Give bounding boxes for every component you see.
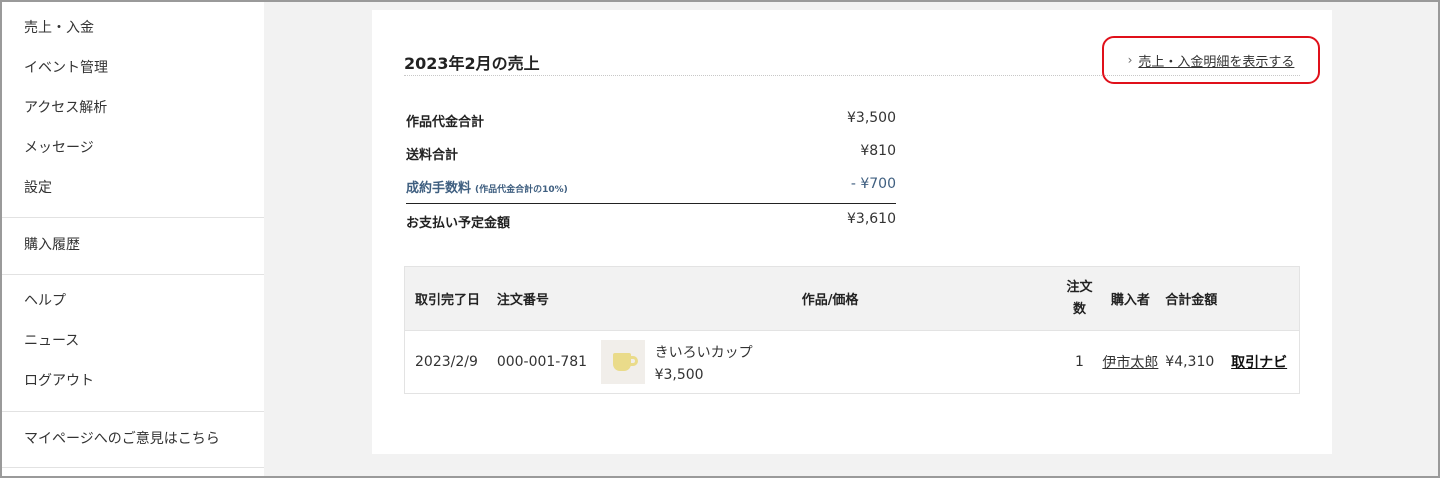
sidebar-item-purchase-history[interactable]: 購入履歴 [2,225,264,265]
summary-row-item-total: 作品代金合計 ¥3,500 [406,104,896,137]
header-action [1231,267,1299,330]
buyer-link[interactable]: 伊市太郎 [1102,352,1158,372]
cup-icon [612,353,631,371]
chevron-right-icon: › [1127,53,1133,67]
orders-table: 取引完了日 注文番号 作品/価格 注文数 購入者 合計金額 2023/2/9 0… [404,266,1300,394]
item-info: きいろいカップ ¥3,500 [655,342,753,383]
header-total: 合計金額 [1165,293,1218,308]
table-row: 2023/2/9 000-001-781 きいろいカップ ¥3,500 1 伊市… [405,331,1299,393]
payout-value: ¥3,610 [847,211,896,227]
sidebar-item-logout[interactable]: ログアウト [2,361,264,401]
page-title: 2023年2月の売上 [404,54,540,73]
row-order-number: 000-001-781 [496,354,588,370]
sidebar-group-support: ヘルプ ニュース ログアウト [2,274,264,411]
sidebar-item-news[interactable]: ニュース [2,321,264,361]
header-buyer: 購入者 [1110,293,1150,308]
shipping-total-label: 送料合計 [406,148,459,163]
row-action-cell: 取引ナビ [1231,331,1299,393]
summary-row-shipping: 送料合計 ¥810 [406,137,896,170]
item-total-label: 作品代金合計 [406,115,485,130]
sidebar-group-main: 売上・入金 イベント管理 アクセス解析 メッセージ 設定 [2,2,264,217]
product-thumbnail[interactable] [600,340,645,384]
sidebar: 売上・入金 イベント管理 アクセス解析 メッセージ 設定 購入履歴 ヘルプ ニュ… [2,2,264,476]
sidebar-item-messages[interactable]: メッセージ [2,128,264,168]
row-buyer-cell: 伊市太郎 [1095,331,1165,393]
table-header-row: 取引完了日 注文番号 作品/価格 注文数 購入者 合計金額 [405,267,1299,331]
fee-label-group: 成約手数料 (作品代金合計の10%) [406,177,568,196]
header-quantity: 注文数 [1066,279,1093,317]
row-total: ¥4,310 [1165,354,1215,370]
sidebar-group-purchases: 購入履歴 [2,217,264,274]
payout-label: お支払い予定金額 [406,216,511,231]
sidebar-item-events[interactable]: イベント管理 [2,48,264,88]
cup-handle-icon [628,356,638,366]
header-item-price: 作品/価格 [801,293,859,308]
header-order-number: 注文番号 [496,293,549,308]
sales-card: 2023年2月の売上 › 売上・入金明細を表示する 作品代金合計 ¥3,500 … [372,10,1332,454]
summary-row-payout: お支払い予定金額 ¥3,610 [406,203,896,237]
sidebar-group-feedback: マイページへのご意見はこちら [2,411,264,468]
sidebar-item-settings[interactable]: 設定 [2,168,264,208]
shipping-total-value: ¥810 [860,143,896,159]
summary-row-fee: 成約手数料 (作品代金合計の10%) - ¥700 [406,170,896,203]
row-quantity: 1 [1075,354,1084,370]
row-date: 2023/2/9 [415,354,478,370]
item-price: ¥3,500 [654,366,704,383]
item-name: きいろいカップ [654,344,753,361]
sidebar-item-sales[interactable]: 売上・入金 [2,8,264,48]
show-sales-details-link[interactable]: 売上・入金明細を表示する [1138,51,1294,70]
fee-note: (作品代金合計の10%) [475,185,568,195]
sales-header: 2023年2月の売上 › 売上・入金明細を表示する [404,36,1320,84]
sidebar-item-help[interactable]: ヘルプ [2,281,264,321]
fee-value: - ¥700 [850,176,896,192]
sales-summary: 作品代金合計 ¥3,500 送料合計 ¥810 成約手数料 (作品代金合計の10%… [406,104,896,237]
header-date: 取引完了日 [415,293,481,308]
sidebar-item-analytics[interactable]: アクセス解析 [2,88,264,128]
detail-link-highlight[interactable]: › 売上・入金明細を表示する [1102,36,1320,84]
item-total-value: ¥3,500 [847,110,896,126]
fee-label: 成約手数料 [406,181,472,196]
sidebar-item-feedback[interactable]: マイページへのご意見はこちら [2,419,264,459]
transaction-navi-link[interactable]: 取引ナビ [1231,352,1287,372]
row-item-cell: きいろいカップ ¥3,500 [597,331,1064,393]
